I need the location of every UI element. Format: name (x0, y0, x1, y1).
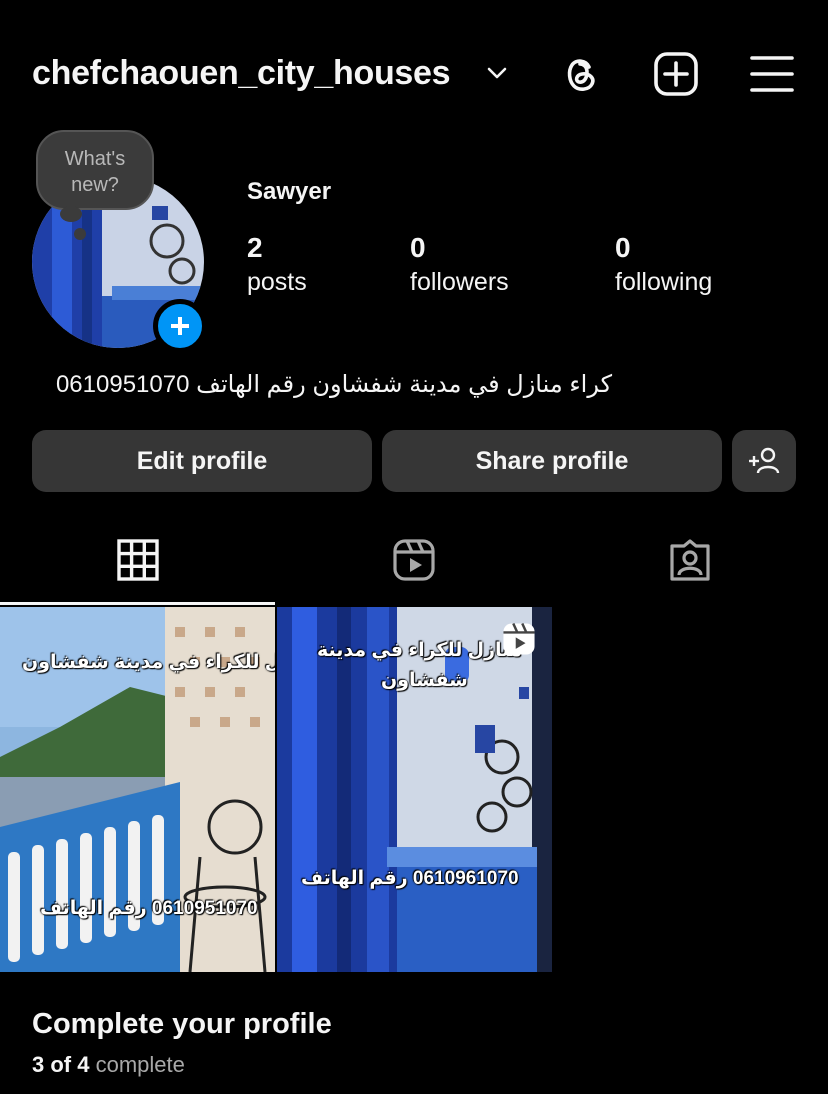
grid-post[interactable]: منازل للكراء في مدينة شفشاون 0610951070 … (0, 607, 275, 972)
add-person-icon (749, 447, 780, 474)
progress-suffix: complete (95, 1052, 185, 1077)
note-bubble-tail (60, 206, 82, 222)
add-story-button[interactable] (153, 299, 207, 353)
profile-header: chefchaouen_city_houses (0, 40, 828, 110)
menu-icon[interactable] (748, 50, 796, 98)
followers-stat[interactable]: 0 followers (410, 232, 509, 297)
progress-count: 3 of 4 (32, 1052, 90, 1077)
post-caption-top: منازل للكراء في مدينة شفشاون (22, 652, 275, 673)
post-caption-top-line2: شفشاون (381, 670, 468, 691)
tab-reels[interactable] (276, 530, 552, 606)
grid-icon (117, 539, 159, 581)
posts-stat[interactable]: 2 posts (247, 232, 307, 297)
profile-bio: كراء منازل في مدينة شفشاون رقم الهاتف 06… (55, 371, 612, 398)
note-bubble-tail-dot (74, 228, 86, 240)
complete-profile-title: Complete your profile (32, 1008, 332, 1040)
followers-count: 0 (410, 232, 426, 263)
active-tab-indicator (0, 602, 275, 605)
tagged-icon (670, 539, 710, 581)
account-username[interactable]: chefchaouen_city_houses (32, 54, 451, 93)
post-caption-bottom: 0610961070 رقم الهاتف (301, 868, 519, 889)
tab-tagged[interactable] (552, 530, 828, 606)
grid-post[interactable]: منازل للكراء في مدينة شفشاون 0610961070 … (277, 607, 552, 972)
followers-label: followers (410, 268, 509, 296)
edit-profile-button[interactable]: Edit profile (32, 430, 372, 492)
posts-count: 2 (247, 232, 263, 263)
tab-grid[interactable] (0, 530, 276, 606)
note-bubble[interactable]: What's new? (36, 130, 154, 210)
reel-badge-icon (503, 622, 535, 655)
profile-tabs (0, 530, 828, 606)
post-caption-top-line1: منازل للكراء في مدينة (317, 640, 522, 661)
complete-profile-progress: 3 of 4 complete (32, 1052, 185, 1078)
reels-icon (393, 539, 435, 581)
create-post-icon[interactable] (652, 50, 700, 98)
display-name: Sawyer (247, 178, 332, 205)
post-caption-bottom: 0610951070 رقم الهاتف (40, 898, 258, 919)
chevron-down-icon[interactable] (484, 60, 510, 86)
posts-label: posts (247, 268, 307, 296)
share-profile-button[interactable]: Share profile (382, 430, 722, 492)
following-stat[interactable]: 0 following (615, 232, 712, 297)
following-count: 0 (615, 232, 631, 263)
discover-people-button[interactable] (732, 430, 796, 492)
threads-icon[interactable] (556, 50, 604, 98)
following-label: following (615, 268, 713, 296)
